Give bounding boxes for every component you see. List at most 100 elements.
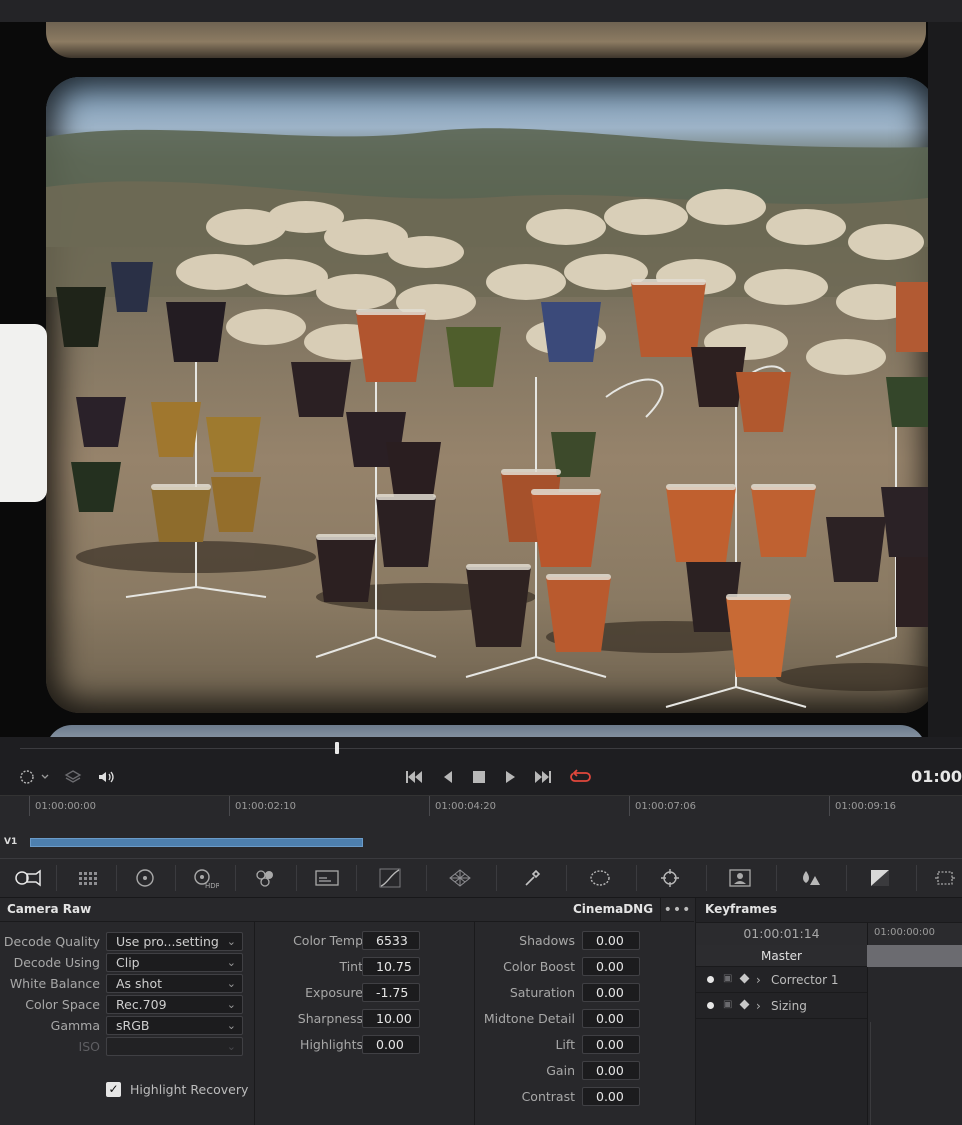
- gamma-dropdown[interactable]: sRGB ⌄: [106, 1016, 243, 1035]
- motion-effects-icon: [315, 870, 339, 886]
- camera-raw-decode-column: Decode Quality Use pro...setting ⌄ Decod…: [0, 922, 254, 1125]
- play-icon: [506, 771, 515, 783]
- scrubber-track[interactable]: [20, 748, 962, 749]
- stop-icon: [473, 771, 485, 783]
- highlight-recovery-checkbox[interactable]: ✓: [106, 1082, 121, 1097]
- curves-tab[interactable]: [368, 859, 412, 897]
- keyframe-diamond-icon[interactable]: [739, 973, 750, 984]
- blur-tab[interactable]: [788, 859, 832, 897]
- keyframes-track-area[interactable]: [868, 967, 962, 1125]
- curves-icon: [379, 868, 401, 888]
- color-match-tab[interactable]: [66, 859, 110, 897]
- ruler-tick: 01:00:02:10: [229, 796, 296, 816]
- play-button[interactable]: [499, 759, 521, 795]
- skip-to-end-button[interactable]: [531, 759, 555, 795]
- camera-raw-tone-column: Shadows 0.00 Color Boost 0.00 Saturation…: [474, 922, 695, 1125]
- eyedropper-icon: [525, 869, 541, 886]
- viewer-right-edge: [928, 22, 945, 737]
- magic-mask-tab[interactable]: [718, 859, 762, 897]
- sizing-tab[interactable]: [928, 859, 962, 897]
- sharpness-field[interactable]: 10.00: [362, 1009, 420, 1028]
- keyframe-diamond-icon[interactable]: [739, 999, 750, 1010]
- chevron-down-icon: ⌄: [226, 1040, 236, 1053]
- mini-timeline[interactable]: 01:00:00:00 01:00:02:10 01:00:04:20 01:0…: [0, 795, 962, 858]
- window-tab[interactable]: [578, 859, 622, 897]
- keyframes-ruler[interactable]: 01:00:00:00: [867, 923, 962, 945]
- stop-button[interactable]: [468, 759, 490, 795]
- chevron-down-icon: ⌄: [226, 956, 236, 969]
- color-temp-field[interactable]: 6533: [362, 931, 420, 950]
- shadows-field[interactable]: 0.00: [582, 931, 640, 950]
- white-balance-dropdown[interactable]: As shot ⌄: [106, 974, 243, 993]
- expand-arrow-icon[interactable]: ›: [756, 993, 761, 1019]
- skip-to-start-button[interactable]: [402, 759, 426, 795]
- gain-field[interactable]: 0.00: [582, 1061, 640, 1080]
- enable-dot-icon[interactable]: [707, 1002, 714, 1009]
- next-film-frame: [46, 725, 926, 737]
- scrubber-bar[interactable]: [0, 737, 962, 759]
- contrast-row: Contrast 0.00: [475, 1087, 695, 1107]
- skip-to-end-icon: [535, 771, 551, 783]
- step-back-icon: [444, 771, 452, 783]
- lock-icon[interactable]: ▣: [723, 999, 732, 1010]
- playhead[interactable]: [335, 742, 339, 754]
- layers-icon[interactable]: [62, 759, 84, 795]
- gamma-value: sRGB: [116, 1018, 150, 1033]
- film-sprocket-hole: [0, 324, 47, 502]
- decode-using-value: Clip: [116, 955, 140, 970]
- hdr-tab[interactable]: HDR: [185, 859, 225, 897]
- tint-field[interactable]: 10.75: [362, 957, 420, 976]
- decode-quality-value: Use pro...setting: [116, 934, 219, 949]
- decode-using-dropdown[interactable]: Clip ⌄: [106, 953, 243, 972]
- enable-dot-icon[interactable]: [707, 976, 714, 983]
- decode-quality-dropdown[interactable]: Use pro...setting ⌄: [106, 932, 243, 951]
- lock-icon[interactable]: ▣: [723, 973, 732, 984]
- blur-icon: [803, 871, 820, 885]
- volume-icon[interactable]: [94, 759, 118, 795]
- gamma-label: Gamma: [50, 1018, 100, 1033]
- decode-quality-label: Decode Quality: [3, 934, 100, 949]
- exposure-field[interactable]: -1.75: [362, 983, 420, 1002]
- lift-field[interactable]: 0.00: [582, 1035, 640, 1054]
- camera-raw-tab[interactable]: [8, 859, 48, 897]
- more-options-button[interactable]: •••: [660, 898, 694, 922]
- rgb-mixer-tab[interactable]: [245, 859, 285, 897]
- expand-arrow-icon[interactable]: ›: [756, 967, 761, 993]
- color-space-value: Rec.709: [116, 997, 167, 1012]
- color-space-row: Color Space Rec.709 ⌄: [0, 995, 254, 1015]
- viewer-mode-dropdown[interactable]: [14, 759, 54, 795]
- motion-effects-tab[interactable]: [305, 859, 349, 897]
- skip-to-start-icon: [406, 771, 422, 783]
- midtone-detail-label: Midtone Detail: [483, 1011, 575, 1026]
- tracker-tab[interactable]: [648, 859, 692, 897]
- iso-label: ISO: [78, 1039, 100, 1054]
- color-wheels-tab[interactable]: [125, 859, 165, 897]
- qualifier-tab[interactable]: [510, 859, 554, 897]
- white-balance-label: White Balance: [9, 976, 100, 991]
- highlights-row: Highlights 0.00: [255, 1035, 474, 1055]
- keyframes-master-row[interactable]: Master: [696, 945, 962, 967]
- master-label: Master: [761, 949, 802, 963]
- color-space-dropdown[interactable]: Rec.709 ⌄: [106, 995, 243, 1014]
- film-strip-image: [0, 22, 945, 737]
- transport-controls: 01:00: [0, 759, 962, 795]
- window-icon: [590, 870, 610, 886]
- saturation-row: Saturation 0.00: [475, 983, 695, 1003]
- timeline-clip[interactable]: [30, 838, 363, 847]
- key-tab[interactable]: [858, 859, 902, 897]
- decode-using-row: Decode Using Clip ⌄: [0, 953, 254, 973]
- iso-row: ISO ⌄: [0, 1037, 254, 1057]
- color-warper-tab[interactable]: [438, 859, 482, 897]
- master-keyframe-track[interactable]: [867, 945, 962, 967]
- step-back-button[interactable]: [437, 759, 459, 795]
- camera-raw-header: Camera Raw CinemaDNG •••: [0, 898, 694, 922]
- saturation-field[interactable]: 0.00: [582, 983, 640, 1002]
- color-boost-label: Color Boost: [503, 959, 575, 974]
- sharpness-row: Sharpness 10.00: [255, 1009, 474, 1029]
- contrast-field[interactable]: 0.00: [582, 1087, 640, 1106]
- midtone-detail-field[interactable]: 0.00: [582, 1009, 640, 1028]
- loop-button[interactable]: [568, 759, 594, 795]
- highlights-field[interactable]: 0.00: [362, 1035, 420, 1054]
- color-boost-field[interactable]: 0.00: [582, 957, 640, 976]
- camera-raw-adjust-column: Color Temp 6533 Tint 10.75 Exposure -1.7…: [254, 922, 474, 1125]
